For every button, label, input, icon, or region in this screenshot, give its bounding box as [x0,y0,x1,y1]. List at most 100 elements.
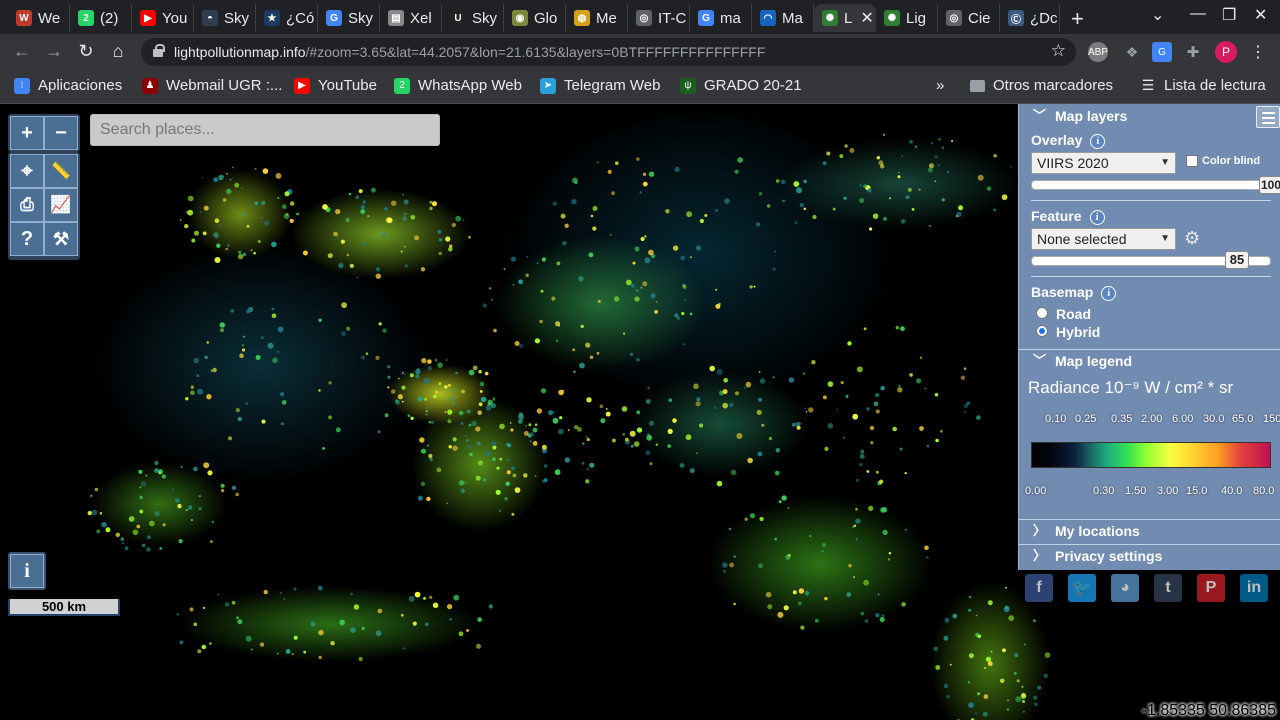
tools-icon[interactable]: ⚒ [44,222,78,256]
city-light [405,264,408,268]
browser-tab[interactable]: ★ ¿Có [256,4,318,32]
locate-icon[interactable]: ⌖ [10,154,44,188]
city-light [426,407,429,409]
pinterest-share-icon[interactable]: P [1197,574,1225,602]
city-light [525,425,527,427]
info-button[interactable]: i [10,554,44,588]
browser-tab[interactable]: Gma [690,4,752,32]
bookmark-item[interactable]: ψ GRADO 20-21 [680,77,802,94]
tab-search-icon[interactable]: ⌄ [1151,5,1164,25]
dropbox-extension-icon[interactable]: ❖ [1122,42,1142,62]
browser-tab[interactable]: ◓ Sky [194,4,256,32]
city-light [645,399,651,404]
browser-tab[interactable]: ▤ Xel [380,4,442,32]
measure-ruler-icon[interactable]: 📏 [44,154,78,188]
bookmark-item[interactable]: ⁝ Aplicaciones [14,77,122,94]
print-icon[interactable]: ⎙ [10,188,44,222]
city-light [523,473,528,478]
bookmark-item[interactable]: ♟ Webmail UGR :... [142,77,282,94]
basemap-road-radio[interactable] [1036,307,1048,319]
reading-list[interactable]: ☰ Lista de lectura [1140,77,1266,94]
privacy-settings-header[interactable]: 〉 Privacy settings [1019,544,1280,566]
city-light [564,223,569,228]
city-light [680,255,685,261]
maximize-icon[interactable]: ❐ [1222,5,1236,25]
bookmark-item[interactable]: ➤ Telegram Web [540,77,660,94]
feature-select[interactable]: None selected ▼ [1031,228,1176,250]
city-light [611,191,615,196]
browser-tab[interactable]: ◎ Cie [938,4,1000,32]
browser-tab[interactable]: U Sky [442,4,504,32]
info-icon[interactable]: i [1090,134,1106,149]
profile-avatar[interactable]: P [1215,41,1237,63]
browser-tab[interactable]: ▶ You [132,4,194,32]
bookmark-star-icon[interactable]: ☆ [1051,41,1066,61]
browser-menu-icon[interactable]: ⋮ [1248,42,1268,62]
close-window-icon[interactable]: ✕ [1254,5,1267,25]
bookmark-item[interactable]: ▶ YouTube [294,77,377,94]
city-light [348,192,352,196]
url-text[interactable]: lightpollutionmap.info/#zoom=3.65&lat=44… [174,44,765,60]
overlay-select[interactable]: VIIRS 2020 ▼ [1031,152,1176,174]
bookmarks-overflow-icon[interactable]: » [936,77,944,94]
forward-icon[interactable]: → [43,41,65,62]
browser-tab[interactable]: ◍ Me [566,4,628,32]
zoom-in-button[interactable]: + [10,116,44,150]
search-places-input[interactable] [90,114,440,146]
home-icon[interactable]: ⌂ [107,41,129,62]
city-light [226,188,232,195]
info-icon[interactable]: i [1089,210,1105,225]
extensions-puzzle-icon[interactable]: ✚ [1183,42,1203,62]
info-icon[interactable]: i [1101,286,1117,301]
city-light [330,641,335,646]
zoom-out-button[interactable]: − [44,116,78,150]
bookmark-item[interactable]: 2 WhatsApp Web [394,77,522,94]
reddit-share-icon[interactable]: ◕ [1111,574,1139,602]
browser-tab[interactable]: ✺ L ✕ [814,4,876,32]
browser-tab[interactable]: ◉ Glo [504,4,566,32]
basemap-label-row: Basemap i [1031,284,1117,301]
back-icon[interactable]: ← [11,41,33,62]
city-light [219,322,225,328]
map-layers-header[interactable]: ﹀ Map layers [1019,105,1280,127]
other-bookmarks-folder[interactable]: Otros marcadores [970,77,1113,94]
feature-opacity-slider[interactable]: 85 [1225,251,1249,269]
chevron-down-icon: ﹀ [1033,353,1047,368]
gear-icon[interactable]: ⚙ [1184,228,1200,249]
city-light [654,310,658,314]
adblock-extension-icon[interactable]: ABP [1088,42,1108,62]
city-light [743,386,746,389]
minimize-icon[interactable]: — [1190,5,1206,23]
reload-icon[interactable]: ↻ [75,41,97,62]
city-light [499,423,505,430]
twitter-share-icon[interactable]: 🐦 [1068,574,1096,602]
new-tab-button[interactable]: + [1071,6,1084,32]
my-locations-header[interactable]: 〉 My locations [1019,519,1280,541]
translate-extension-icon[interactable]: G [1152,42,1172,62]
legend-tick-label: 2.00 [1141,413,1163,425]
chart-icon[interactable]: 📈 [44,188,78,222]
browser-tab[interactable]: ✺ Lig [876,4,938,32]
tumblr-share-icon[interactable]: t [1154,574,1182,602]
browser-tab[interactable]: G Sky [318,4,380,32]
browser-tab[interactable]: ◎ IT-C [628,4,690,32]
overlay-opacity-slider[interactable]: 100 [1259,176,1280,194]
city-light [219,223,222,226]
city-light [260,336,264,340]
city-light [345,218,350,223]
map-legend-header[interactable]: ﹀ Map legend [1019,349,1280,371]
browser-tab[interactable]: W We [8,4,70,32]
linkedin-share-icon[interactable]: in [1240,574,1268,602]
light-pollution-map[interactable]: + − ⌖ 📏 ⎙ 📈 ? ⚒ i 500 km -1.85335 50.863… [0,104,1280,720]
facebook-share-icon[interactable]: f [1025,574,1053,602]
city-light [227,436,233,441]
close-tab-icon[interactable]: ✕ [860,8,873,28]
help-icon[interactable]: ? [10,222,44,256]
browser-tab[interactable]: ◠ Ma [752,4,814,32]
address-bar[interactable]: lightpollutionmap.info/#zoom=3.65&lat=44… [141,38,1076,66]
color-blind-checkbox[interactable] [1186,155,1198,167]
overlay-opacity-track[interactable] [1031,180,1271,190]
browser-tab[interactable]: Ⓒ ¿Dc [1000,4,1060,32]
basemap-hybrid-radio[interactable] [1036,325,1048,337]
browser-tab[interactable]: 2 (2) [70,4,132,32]
